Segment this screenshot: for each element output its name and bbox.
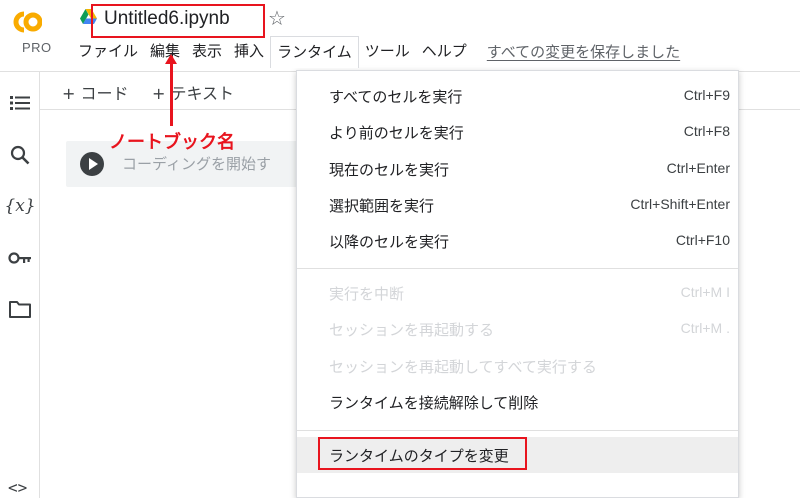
menu-item-label: 実行を中断 [329,285,405,303]
menu-bar: ファイル 編集 表示 挿入 ランタイム ツール ヘルプ すべての変更を保存しまし… [72,36,680,68]
menu-divider [297,430,738,431]
menu-item-shortcut: Ctrl+M I [680,284,730,300]
folder-icon[interactable] [7,296,33,322]
left-rail: {x} [0,72,40,498]
menu-file[interactable]: ファイル [72,36,144,66]
annotation-arrow-line [170,56,173,126]
menu-item-label: セッションを再起動してすべて実行する [329,358,597,376]
menu-item-restart-and-run-all: セッションを再起動してすべて実行する [297,348,738,384]
menu-tools[interactable]: ツール [359,36,416,66]
save-status-link[interactable]: すべての変更を保存しました [473,41,680,62]
add-text-button[interactable]: + テキスト [152,80,234,104]
annotation-label: ノートブック名 [109,132,235,153]
runtime-menu: すべてのセルを実行 Ctrl+F9 より前のセルを実行 Ctrl+F8 現在のセ… [296,70,739,498]
menu-item-change-runtime-type[interactable]: ランタイムのタイプを変更 [297,437,738,473]
menu-item-label: 現在のセルを実行 [329,161,450,179]
menu-help[interactable]: ヘルプ [416,36,473,66]
menu-runtime[interactable]: ランタイム [270,36,359,68]
colab-logo-icon [13,11,42,33]
run-cell-button[interactable] [80,152,104,176]
menu-item-run-after[interactable]: 以降のセルを実行 Ctrl+F10 [297,223,738,259]
annotation-arrow-head [165,54,177,64]
code-icon[interactable]: <> [8,478,27,497]
key-icon[interactable] [7,245,33,271]
menu-item-disconnect-delete[interactable]: ランタイムを接続解除して削除 [297,384,738,420]
menu-item-label: ランタイムを接続解除して削除 [329,394,539,412]
search-icon[interactable] [7,142,33,168]
menu-item-label: 選択範囲を実行 [329,197,435,215]
colab-logo[interactable]: PRO [8,4,64,60]
menu-item-interrupt: 実行を中断 Ctrl+M I [297,275,738,311]
menu-item-run-current[interactable]: 現在のセルを実行 Ctrl+Enter [297,151,738,187]
notebook-title[interactable]: Untitled6.ipynb [104,6,230,32]
menu-item-shortcut: Ctrl+M . [680,320,730,336]
menu-divider [297,268,738,269]
add-code-button[interactable]: + コード [62,80,129,104]
menu-item-shortcut: Ctrl+F9 [683,87,730,103]
menu-item-shortcut: Ctrl+Shift+Enter [630,196,730,212]
menu-item-restart-session: セッションを再起動する Ctrl+M . [297,311,738,347]
menu-item-shortcut: Ctrl+F8 [683,123,730,139]
variables-icon[interactable]: {x} [4,193,35,219]
star-icon[interactable]: ☆ [268,8,286,28]
cell-placeholder[interactable]: コーディングを開始す [122,153,271,174]
menu-item-shortcut: Ctrl+F10 [675,232,730,248]
menu-item-label: 以降のセルを実行 [329,233,450,251]
menu-item-label: セッションを再起動する [329,321,495,339]
menu-view[interactable]: 表示 [186,36,228,66]
menu-item-run-selection[interactable]: 選択範囲を実行 Ctrl+Shift+Enter [297,187,738,223]
menu-item-label: すべてのセルを実行 [329,88,463,106]
menu-item-label: ランタイムのタイプを変更 [329,447,509,465]
menu-item-shortcut: Ctrl+Enter [666,160,730,176]
menu-insert[interactable]: 挿入 [228,36,270,66]
menu-item-run-before[interactable]: より前のセルを実行 Ctrl+F8 [297,114,738,150]
menu-item-run-all[interactable]: すべてのセルを実行 Ctrl+F9 [297,78,738,114]
pro-badge: PRO [22,40,52,55]
menu-item-label: より前のセルを実行 [329,124,464,142]
toc-icon[interactable] [7,90,33,116]
